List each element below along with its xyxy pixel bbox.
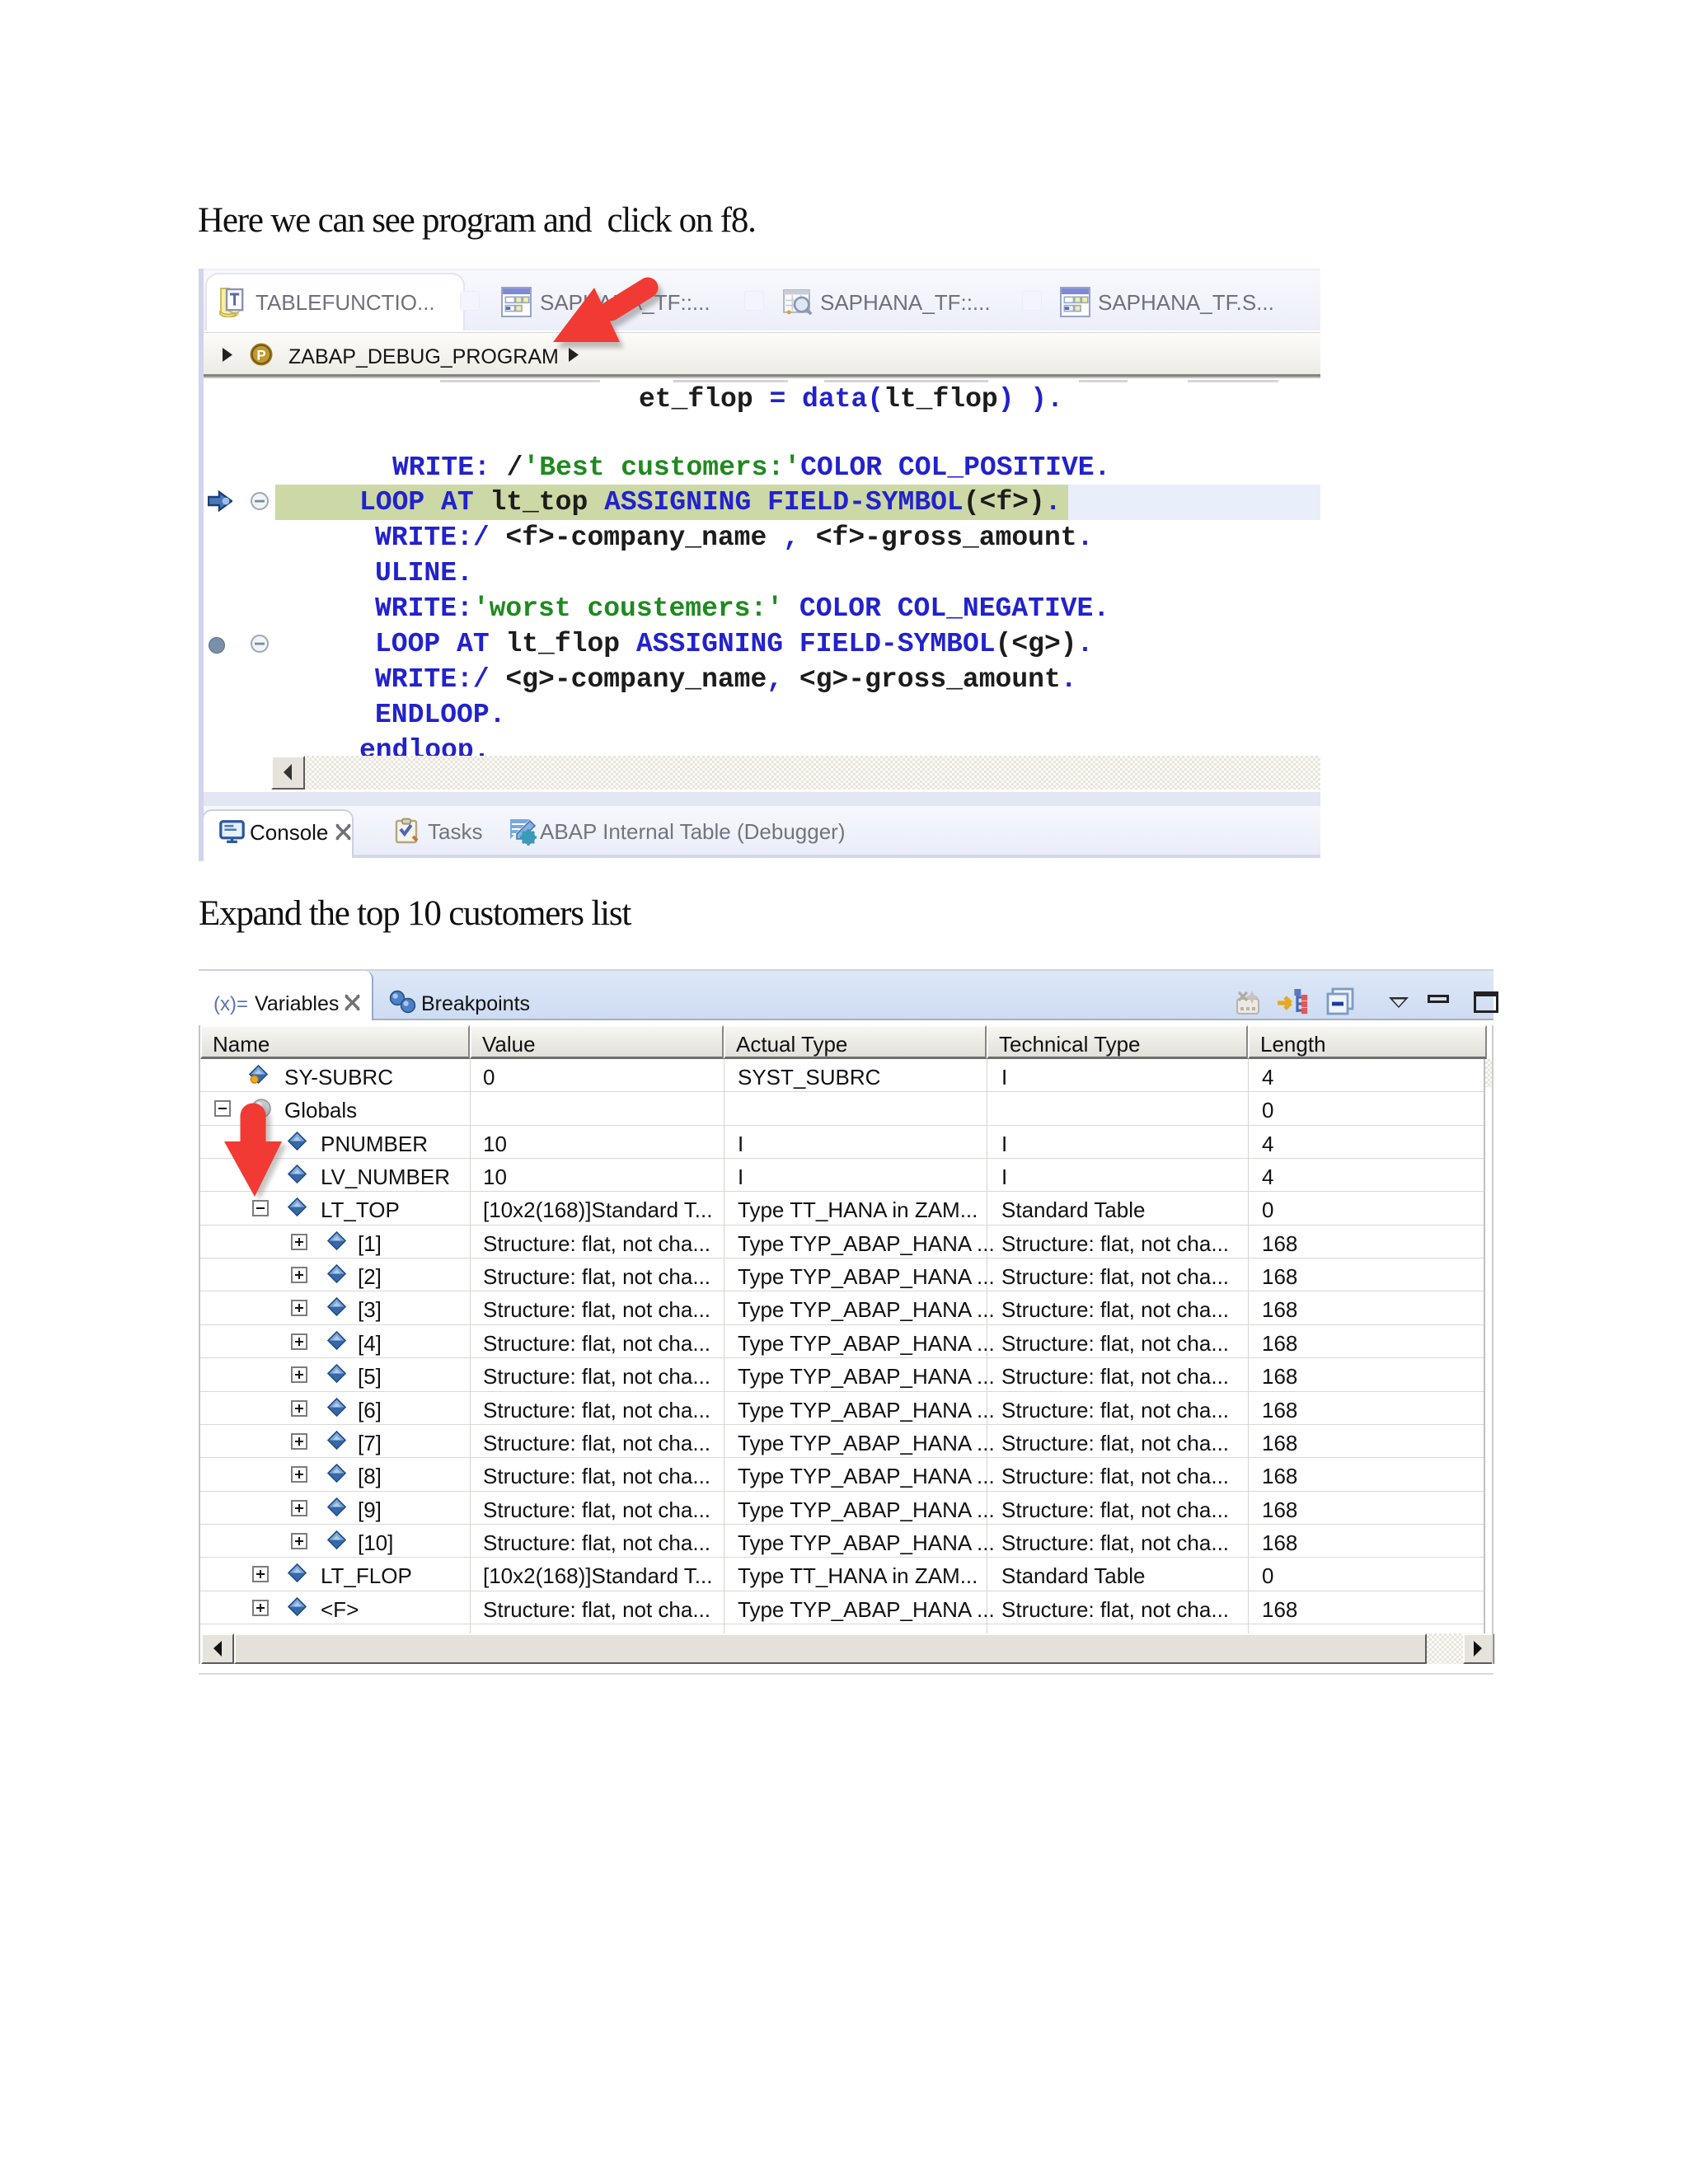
svg-text:P: P — [256, 348, 265, 363]
